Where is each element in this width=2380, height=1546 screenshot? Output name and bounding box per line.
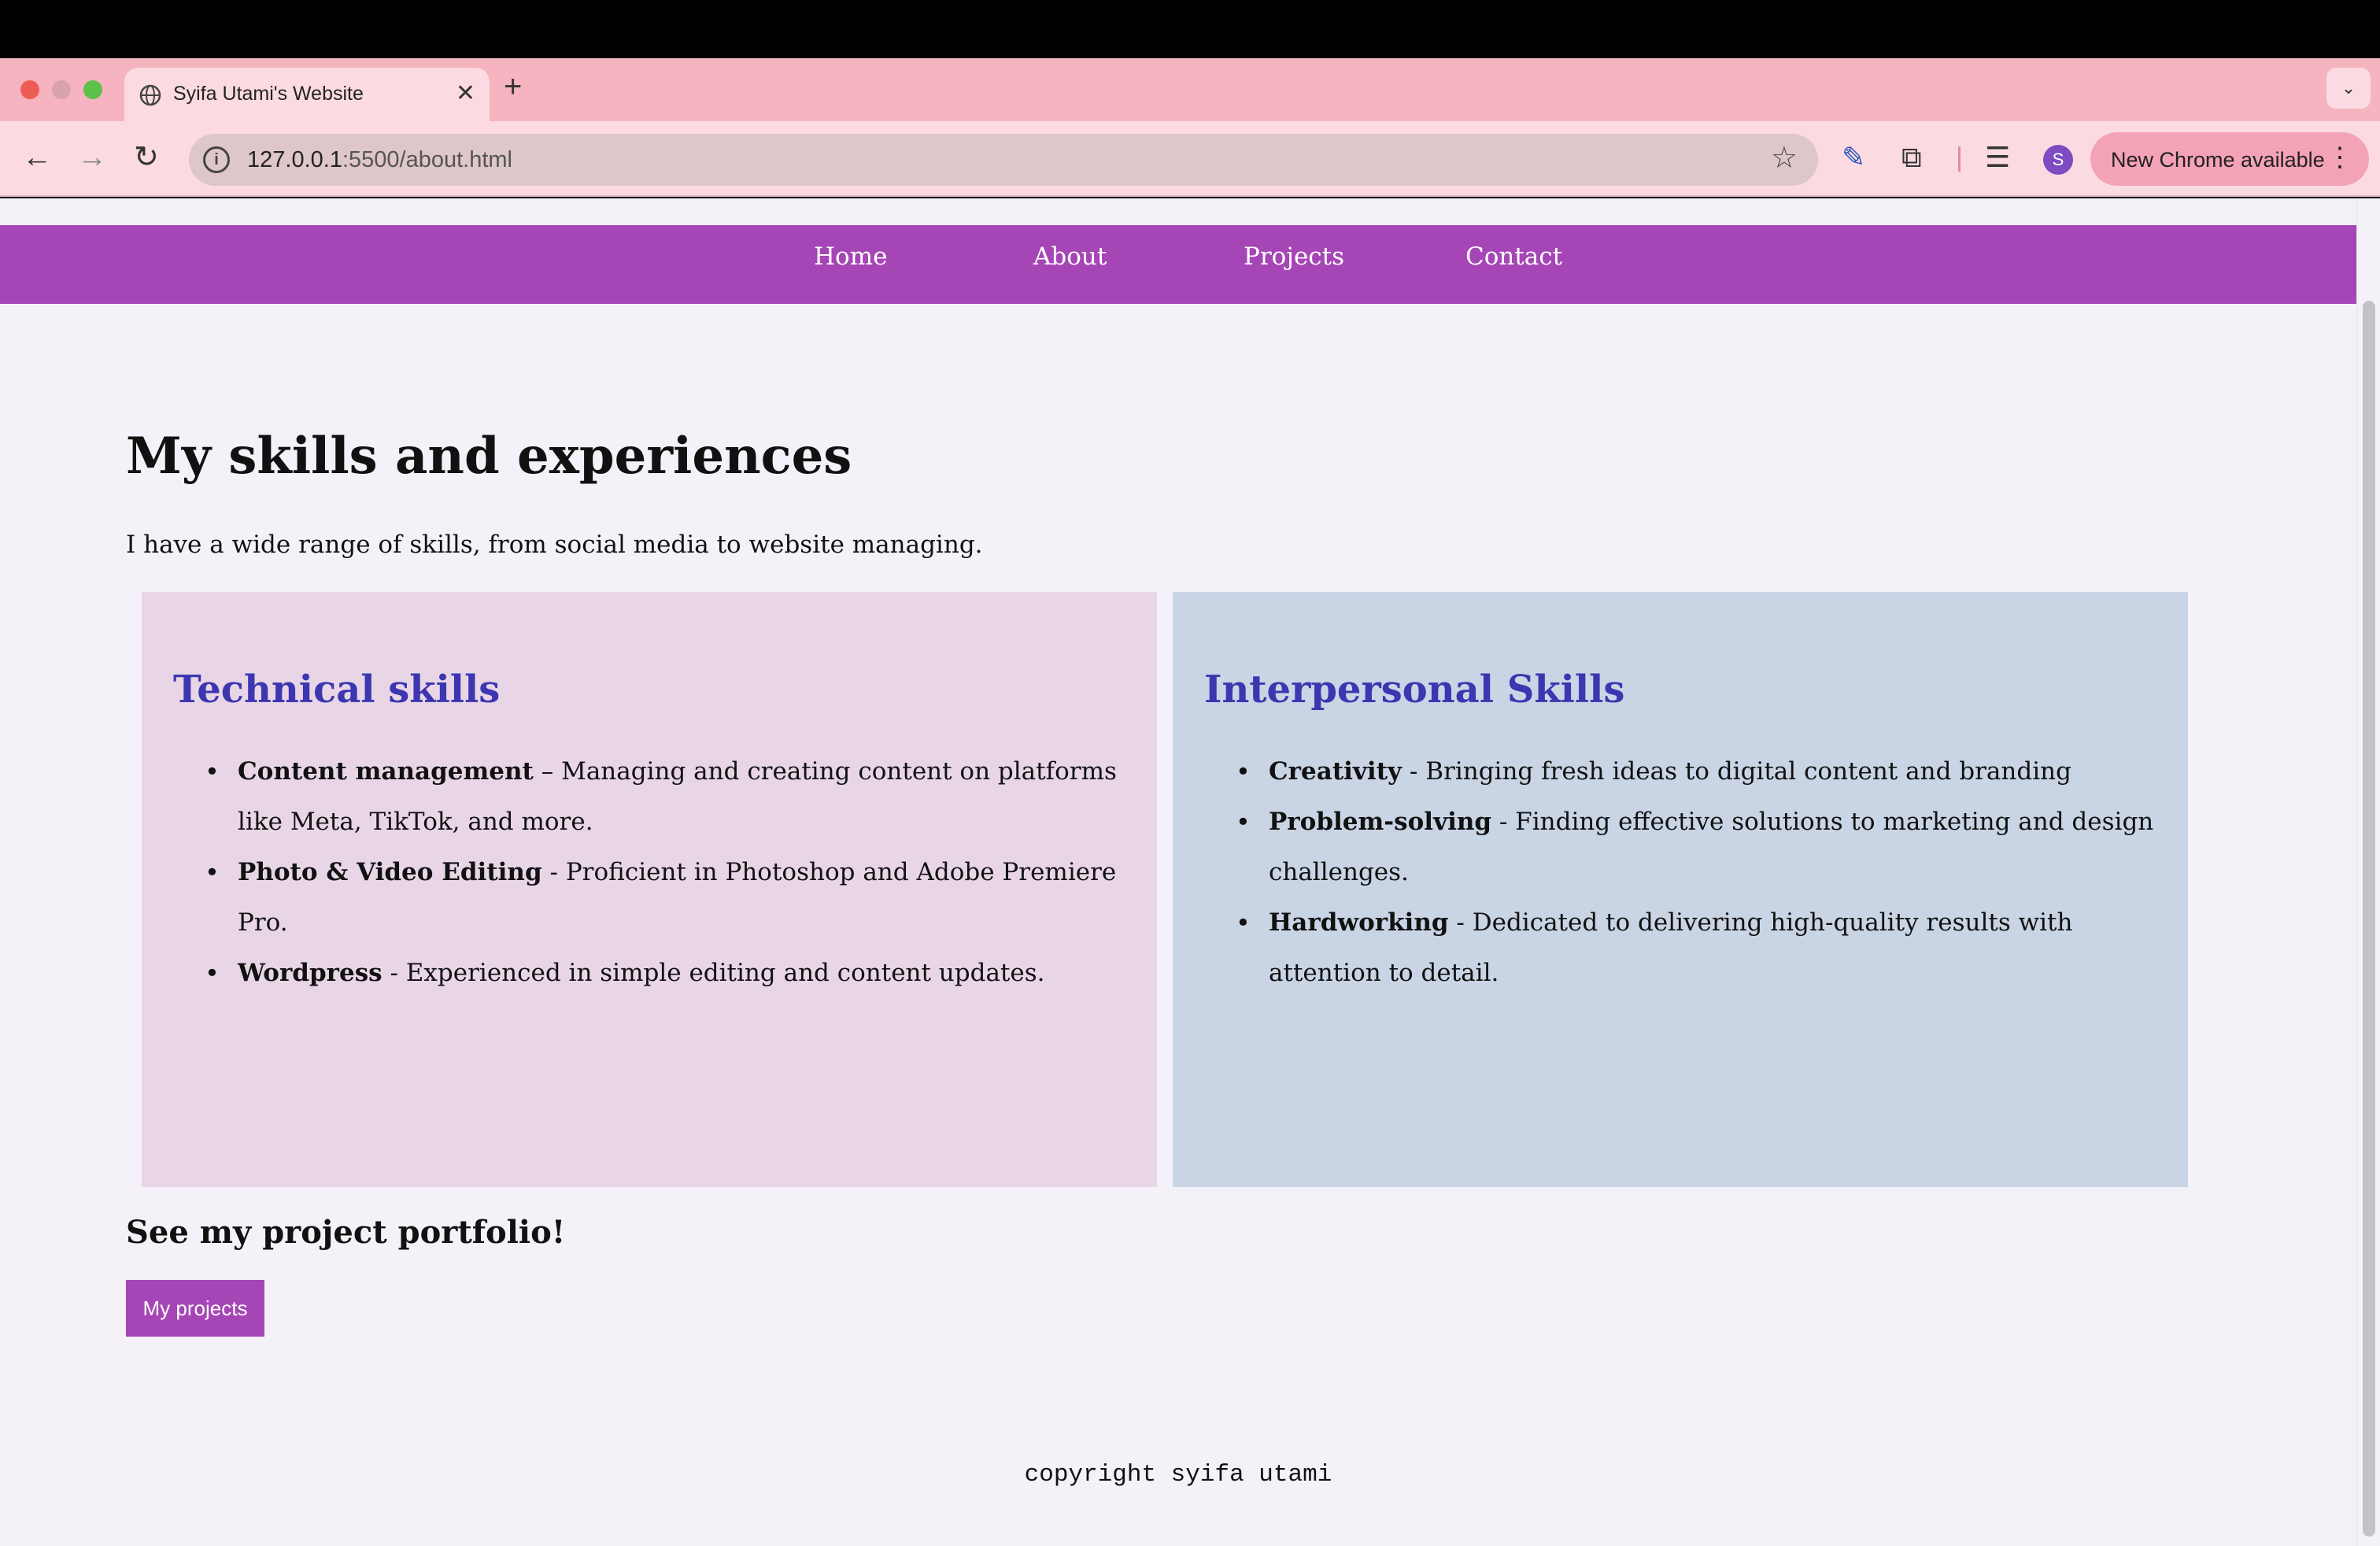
technical-skills-panel: Technical skills Content management – Ma… bbox=[142, 592, 1157, 1187]
interpersonal-skills-panel: Interpersonal Skills Creativity - Bringi… bbox=[1173, 592, 2188, 1187]
tab-strip: Syifa Utami's Website ✕ + ⌄ bbox=[0, 58, 2380, 121]
url-path: :5500/about.html bbox=[342, 147, 512, 172]
skill-description: - Experienced in simple editing and cont… bbox=[382, 959, 1045, 987]
update-button-label: New Chrome available bbox=[2111, 148, 2325, 172]
list-item: Photo & Video Editing - Proficient in Ph… bbox=[205, 847, 1125, 948]
page-viewport: Home About Projects Contact My skills an… bbox=[0, 198, 2380, 1546]
my-projects-button[interactable]: My projects bbox=[126, 1280, 264, 1337]
globe-icon bbox=[139, 84, 161, 106]
page-top-gap bbox=[0, 198, 2356, 225]
pen-icon[interactable]: ✎ bbox=[1842, 140, 1865, 175]
browser-toolbar: ← → ↻ i 127.0.0.1:5500/about.html ☆ ✎ ⧉ … bbox=[0, 121, 2380, 197]
minimize-window-button[interactable] bbox=[52, 80, 71, 99]
skill-name: Creativity bbox=[1269, 757, 1402, 786]
tab-list-icon[interactable]: ⌄ bbox=[2326, 68, 2371, 109]
skill-name: Hardworking bbox=[1269, 908, 1449, 937]
nav-link-projects[interactable]: Projects bbox=[1244, 242, 1344, 271]
menu-icon[interactable]: ⋮ bbox=[2326, 142, 2353, 173]
footer-copyright: copyright syifa utami bbox=[1024, 1461, 1332, 1489]
skill-name: Content management bbox=[238, 757, 534, 786]
skill-name: Problem-solving bbox=[1269, 808, 1492, 836]
list-item: Creativity - Bringing fresh ideas to dig… bbox=[1236, 746, 2156, 797]
new-chrome-available-button[interactable]: New Chrome available ⋮ bbox=[2090, 132, 2369, 186]
intro-text: I have a wide range of skills, from soci… bbox=[126, 531, 983, 559]
skill-description: - Bringing fresh ideas to digital conten… bbox=[1402, 757, 2071, 786]
back-icon[interactable]: ← bbox=[22, 140, 52, 175]
nav-link-home[interactable]: Home bbox=[814, 242, 887, 271]
address-bar[interactable]: i 127.0.0.1:5500/about.html ☆ bbox=[189, 134, 1818, 186]
portfolio-heading: See my project portfolio! bbox=[126, 1214, 566, 1251]
forward-icon[interactable]: → bbox=[77, 140, 107, 175]
page-title: My skills and experiences bbox=[126, 427, 852, 486]
interpersonal-skills-heading: Interpersonal Skills bbox=[1204, 668, 1625, 712]
new-tab-button[interactable]: + bbox=[504, 69, 522, 105]
maximize-window-button[interactable] bbox=[83, 80, 102, 99]
star-icon[interactable]: ☆ bbox=[1771, 140, 1798, 176]
info-icon[interactable]: i bbox=[203, 146, 230, 173]
browser-tab-active[interactable]: Syifa Utami's Website ✕ bbox=[124, 68, 490, 121]
list-item: Wordpress - Experienced in simple editin… bbox=[205, 948, 1125, 998]
tab-title: Syifa Utami's Website bbox=[173, 83, 364, 105]
scrollbar-thumb[interactable] bbox=[2363, 301, 2375, 1537]
extensions-icon[interactable]: ⧉ bbox=[1901, 140, 1922, 175]
url-host: 127.0.0.1 bbox=[247, 147, 342, 172]
scrollbar[interactable] bbox=[2356, 198, 2380, 1546]
avatar[interactable]: S bbox=[2043, 145, 2073, 175]
screen-top-bar bbox=[0, 0, 2380, 58]
technical-skills-heading: Technical skills bbox=[173, 668, 501, 712]
site-navigation: Home About Projects Contact bbox=[0, 225, 2356, 304]
toolbar-divider bbox=[1958, 146, 1961, 172]
skill-name: Photo & Video Editing bbox=[238, 858, 542, 886]
skill-name: Wordpress bbox=[238, 959, 382, 987]
nav-link-contact[interactable]: Contact bbox=[1465, 242, 1562, 271]
interpersonal-skills-list: Creativity - Bringing fresh ideas to dig… bbox=[1204, 746, 2156, 998]
list-item: Problem-solving - Finding effective solu… bbox=[1236, 797, 2156, 897]
technical-skills-list: Content management – Managing and creati… bbox=[173, 746, 1125, 998]
close-window-button[interactable] bbox=[20, 80, 39, 99]
url-text[interactable]: 127.0.0.1:5500/about.html bbox=[247, 147, 512, 173]
media-icon[interactable]: ☰ bbox=[1985, 140, 2010, 175]
close-icon[interactable]: ✕ bbox=[456, 80, 475, 107]
reload-icon[interactable]: ↻ bbox=[134, 140, 159, 175]
list-item: Content management – Managing and creati… bbox=[205, 746, 1125, 847]
nav-link-about[interactable]: About bbox=[1033, 242, 1107, 271]
list-item: Hardworking - Dedicated to delivering hi… bbox=[1236, 897, 2156, 998]
